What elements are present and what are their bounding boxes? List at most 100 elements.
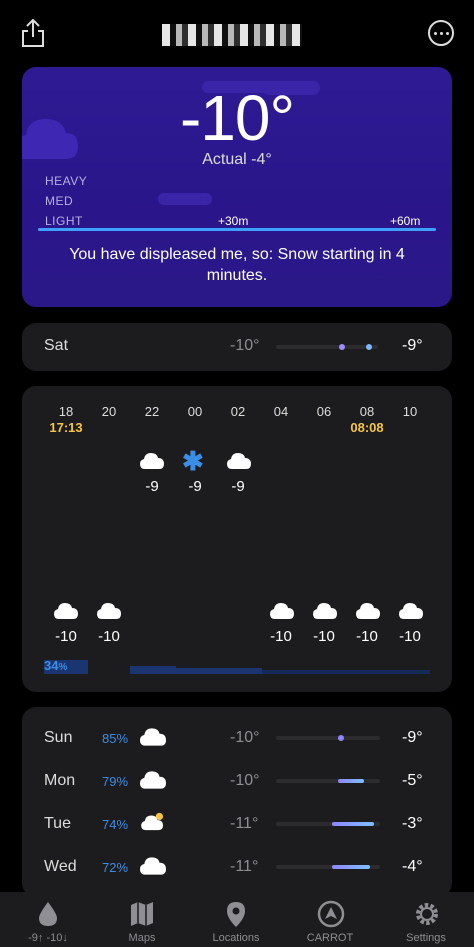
range-fill bbox=[332, 865, 370, 869]
cloud-icon bbox=[313, 603, 337, 619]
tab-label: Maps bbox=[128, 932, 156, 944]
precip-intensity-line bbox=[38, 228, 436, 231]
range-fill bbox=[338, 779, 364, 783]
cloud-icon bbox=[140, 857, 166, 875]
day-label: Wed bbox=[44, 858, 77, 875]
current-temperature: -10° bbox=[179, 82, 295, 154]
hour-label: 10 bbox=[402, 404, 418, 419]
hour-temp: -10 bbox=[356, 628, 378, 645]
hour-temp: -9 bbox=[231, 478, 245, 495]
hour-label: 06 bbox=[316, 404, 332, 419]
tab-label: CARROT bbox=[306, 932, 354, 944]
droplet-icon bbox=[39, 902, 57, 926]
cloud-icon bbox=[54, 603, 78, 619]
location-title-censored bbox=[162, 24, 302, 46]
more-icon[interactable] bbox=[428, 20, 454, 46]
forecast-message: You have displeased me, so: Snow startin… bbox=[69, 246, 405, 284]
tab-maps[interactable]: Maps bbox=[102, 892, 182, 947]
cloud-icon bbox=[399, 603, 423, 619]
day-label: Mon bbox=[44, 772, 76, 789]
cloud-icon bbox=[140, 453, 164, 469]
precip-pct: 79% bbox=[102, 774, 129, 789]
hour-temp: -10 bbox=[399, 628, 421, 645]
low-temp: -10° bbox=[230, 729, 260, 746]
low-temp: -11° bbox=[230, 815, 259, 832]
carrot-icon bbox=[317, 900, 345, 928]
day-label: Sat bbox=[44, 337, 69, 354]
high-temp: -4° bbox=[402, 858, 423, 875]
partly-sunny-icon bbox=[141, 812, 163, 831]
temp-range-bar bbox=[276, 822, 380, 826]
hour-label: 08 bbox=[359, 404, 375, 419]
hour-temp: -10 bbox=[55, 628, 77, 645]
hour-label: 22 bbox=[144, 404, 160, 419]
hour-temp: -9 bbox=[188, 478, 202, 495]
day-label: Sun bbox=[44, 729, 73, 746]
daily-forecast-card: Sun 85% -10° -9° Mon 79% -10° -5° Tue 74… bbox=[22, 707, 452, 897]
hour-label: 18 bbox=[58, 404, 74, 419]
tab-locations[interactable]: Locations bbox=[196, 892, 276, 947]
high-temp: -5° bbox=[402, 772, 423, 789]
hour-temp: -10 bbox=[98, 628, 120, 645]
intensity-light: LIGHT bbox=[45, 214, 83, 228]
share-icon[interactable] bbox=[20, 18, 46, 48]
range-dot-low bbox=[339, 344, 345, 350]
cloud-icon bbox=[140, 728, 166, 746]
tab-forecast[interactable]: -9↑ -10↓ bbox=[8, 892, 88, 947]
precip-bar bbox=[262, 670, 430, 674]
precip-pct: 72% bbox=[102, 860, 129, 875]
tab-label: Settings bbox=[406, 932, 446, 944]
sunrise-time: 08:08 bbox=[350, 420, 384, 435]
tab-settings[interactable]: Settings bbox=[386, 892, 466, 947]
tab-label: Locations bbox=[212, 932, 260, 944]
precip-chance: 34% bbox=[44, 658, 68, 673]
feels-like-temperature: Actual -4° bbox=[202, 151, 272, 168]
map-icon bbox=[131, 902, 153, 926]
tab-label: -9↑ -10↓ bbox=[28, 932, 68, 944]
hour-temp: -9 bbox=[145, 478, 159, 495]
hour-label: 04 bbox=[273, 404, 289, 419]
hour-label: 00 bbox=[187, 404, 203, 419]
day-label: Tue bbox=[44, 815, 71, 832]
low-temp: -11° bbox=[230, 858, 259, 875]
tick-30m: +30m bbox=[218, 214, 249, 228]
cloud-shape bbox=[158, 193, 212, 205]
hourly-forecast-card: 18 20 22 00 02 04 06 08 10 17:13 08:08 ✱… bbox=[22, 386, 452, 692]
tab-bar: -9↑ -10↓ Maps Locations CARROT Settings bbox=[0, 892, 474, 947]
precip-bar bbox=[130, 666, 176, 674]
high-temp: -9° bbox=[402, 337, 423, 354]
cloud-icon bbox=[140, 771, 166, 789]
location-pin-icon bbox=[227, 902, 245, 927]
range-dot-high bbox=[366, 344, 372, 350]
low-temp: -10° bbox=[230, 772, 260, 789]
snowflake-icon: ✱ bbox=[182, 446, 204, 476]
range-dot bbox=[338, 735, 344, 741]
temp-range-bar bbox=[276, 779, 380, 783]
hour-temp: -10 bbox=[313, 628, 335, 645]
top-bar bbox=[0, 0, 474, 66]
temp-range-bar bbox=[276, 735, 380, 741]
current-conditions-card: -10° Actual -4° HEAVY MED LIGHT +30m +60… bbox=[22, 67, 452, 307]
today-row[interactable]: Sat -10° -9° bbox=[22, 323, 452, 371]
cloud-icon bbox=[227, 453, 251, 469]
hour-label: 02 bbox=[230, 404, 246, 419]
temp-range-bar bbox=[276, 344, 378, 350]
tick-60m: +60m bbox=[390, 214, 421, 228]
precip-pct: 85% bbox=[102, 731, 129, 746]
intensity-med: MED bbox=[45, 194, 74, 208]
range-fill bbox=[332, 822, 374, 826]
temp-range-bar bbox=[276, 865, 380, 869]
low-temp: -10° bbox=[230, 337, 260, 354]
precip-bar bbox=[176, 668, 262, 674]
hour-label: 20 bbox=[101, 404, 117, 419]
intensity-heavy: HEAVY bbox=[45, 174, 88, 188]
cloud-icon bbox=[97, 603, 121, 619]
hour-temp: -10 bbox=[270, 628, 292, 645]
precip-pct: 74% bbox=[102, 817, 129, 832]
high-temp: -9° bbox=[402, 729, 423, 746]
tab-carrot[interactable]: CARROT bbox=[290, 892, 370, 947]
cloud-icon bbox=[356, 603, 380, 619]
sunset-time: 17:13 bbox=[49, 420, 83, 435]
high-temp: -3° bbox=[402, 815, 423, 832]
cloud-icon bbox=[270, 603, 294, 619]
